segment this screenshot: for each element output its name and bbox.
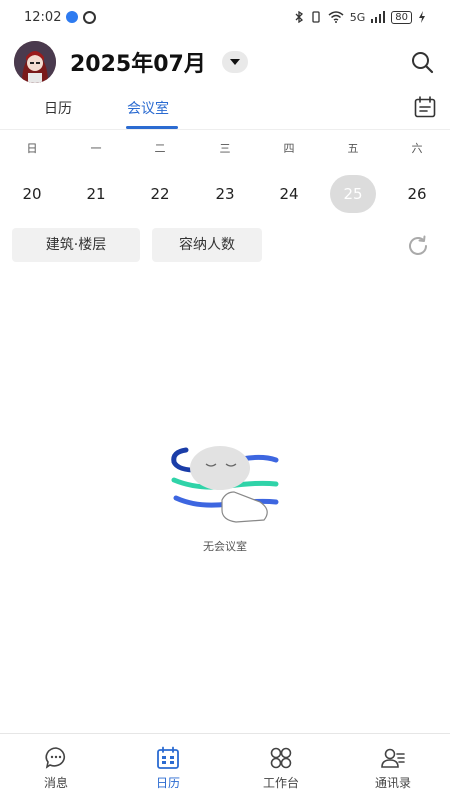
vibrate-icon	[312, 11, 320, 23]
empty-state-illustration	[171, 446, 279, 523]
date-cell[interactable]: 23	[202, 175, 248, 213]
bluetooth-icon	[295, 11, 303, 23]
battery-indicator: 80	[391, 10, 412, 24]
avatar-image	[14, 41, 56, 83]
capacity-filter[interactable]: 容纳人数	[152, 228, 262, 262]
charging-icon	[419, 11, 425, 23]
date-cell[interactable]: 21	[73, 175, 119, 213]
clock: 12:02	[24, 9, 62, 25]
date-cell[interactable]: 24	[266, 175, 312, 213]
nav-item-messages[interactable]: 消息	[0, 734, 112, 800]
weekday-label: 三	[219, 142, 231, 155]
bottom-nav: 消息 日历 工作台 通讯录	[0, 733, 450, 800]
network-type: 5G	[349, 10, 366, 24]
date-cell-selected[interactable]: 25	[330, 175, 376, 213]
nav-item-workbench[interactable]: 工作台	[225, 734, 337, 800]
app-notification-icon	[66, 11, 79, 23]
nav-item-contacts[interactable]: 通讯录	[337, 734, 449, 800]
weekday-label: 四	[283, 142, 295, 155]
contacts-icon	[381, 748, 405, 768]
date-cell[interactable]: 20	[9, 175, 55, 213]
avatar[interactable]	[14, 41, 56, 83]
active-tab-indicator	[126, 126, 178, 129]
weekday-label: 一	[90, 142, 102, 155]
building-floor-filter[interactable]: 建筑·楼层	[12, 228, 140, 262]
tab-calendar[interactable]: 日历	[44, 98, 72, 118]
filter-row: 建筑·楼层 容纳人数	[0, 228, 450, 262]
tab-bar: 日历 会议室	[0, 90, 450, 130]
empty-state-text: 无会议室	[203, 540, 247, 553]
weekday-row: 日 一 二 三 四 五 六	[0, 140, 450, 162]
signal-icon	[371, 11, 386, 23]
search-icon[interactable]	[410, 50, 434, 74]
nav-label: 日历	[155, 776, 180, 790]
weekday-label: 五	[347, 142, 359, 155]
status-right: 5G 80	[294, 10, 426, 24]
header: 2025年07月	[0, 38, 450, 86]
wifi-icon	[328, 11, 344, 23]
week-dates: 20 21 22 23 24 25 26	[0, 175, 450, 215]
calendar-icon[interactable]	[414, 96, 436, 118]
tab-meeting-room[interactable]: 会议室	[127, 98, 169, 118]
chat-icon	[45, 747, 66, 769]
nav-label: 消息	[43, 776, 68, 790]
month-dropdown-button[interactable]	[221, 51, 248, 73]
refresh-icon[interactable]	[406, 234, 430, 258]
calendar-icon	[157, 746, 179, 769]
weekday-label: 六	[411, 142, 423, 155]
triangle-down-icon	[229, 59, 240, 65]
weekday-label: 日	[26, 142, 38, 155]
status-left: 12:02	[24, 9, 97, 25]
alarm-icon	[83, 10, 97, 24]
date-cell[interactable]: 22	[137, 175, 183, 213]
apps-icon	[270, 747, 292, 769]
nav-item-calendar[interactable]: 日历	[112, 734, 224, 800]
status-bar: 12:02 5G 80	[0, 0, 450, 34]
date-cell[interactable]: 26	[394, 175, 440, 213]
weekday-label: 二	[154, 142, 166, 155]
nav-label: 通讯录	[374, 776, 411, 790]
nav-label: 工作台	[262, 776, 299, 790]
page-title: 2025年07月	[70, 52, 206, 77]
